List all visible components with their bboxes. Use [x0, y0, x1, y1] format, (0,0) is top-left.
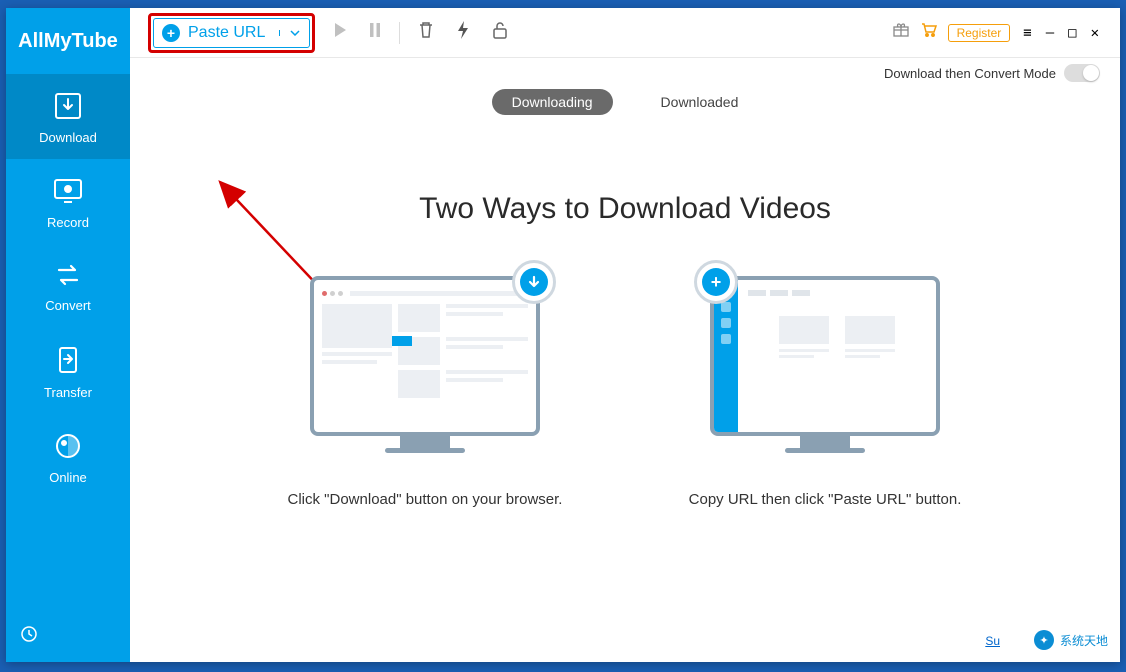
content: Two Ways to Download Videos — [130, 122, 1120, 662]
nav-convert[interactable]: Convert — [6, 244, 130, 327]
gift-button[interactable] — [892, 22, 910, 43]
paste-url-label: Paste URL — [188, 24, 265, 42]
nav: Download Record Convert Transfer Online — [6, 74, 130, 611]
turbo-button[interactable] — [452, 16, 474, 49]
download-icon — [53, 92, 83, 120]
support-link[interactable]: Su — [985, 634, 1000, 648]
watermark: ✦ 系统天地 — [1034, 630, 1108, 650]
arrow-down-icon — [527, 275, 541, 289]
transfer-icon — [54, 345, 82, 375]
way-paste-url: + Copy URL then click "Paste URL" button… — [685, 276, 965, 512]
sidebar: AllMyTube Download Record Convert Transf… — [6, 8, 130, 662]
cart-icon — [920, 22, 938, 38]
app-logo: AllMyTube — [6, 8, 130, 74]
watermark-text: 系统天地 — [1060, 632, 1108, 649]
download-badge — [512, 260, 556, 304]
plus-badge: + — [694, 260, 738, 304]
plus-icon: + — [711, 272, 722, 293]
divider — [399, 22, 400, 44]
nav-label: Transfer — [44, 385, 92, 400]
menu-button[interactable]: ≡ — [1020, 25, 1034, 41]
pause-button[interactable] — [365, 18, 385, 47]
paste-url-dropdown[interactable] — [279, 30, 309, 36]
unlock-button[interactable] — [488, 17, 512, 49]
nav-label: Record — [47, 215, 89, 230]
chevron-down-icon — [290, 30, 300, 36]
trash-icon — [418, 21, 434, 39]
tab-downloading[interactable]: Downloading — [492, 89, 613, 115]
paste-url-highlight: + Paste URL — [148, 13, 315, 53]
lightning-icon — [456, 20, 470, 40]
register-button[interactable]: Register — [948, 24, 1011, 42]
way2-text: Copy URL then click "Paste URL" button. — [685, 489, 965, 512]
convert-icon — [53, 262, 83, 288]
convert-mode-label: Download then Convert Mode — [884, 66, 1056, 81]
pause-icon — [369, 22, 381, 38]
convert-mode-toggle[interactable] — [1064, 64, 1100, 82]
nav-online[interactable]: Online — [6, 414, 130, 499]
main: + Paste URL — [130, 8, 1120, 662]
app-window: AllMyTube Download Record Convert Transf… — [6, 8, 1120, 662]
play-button[interactable] — [329, 18, 351, 47]
gift-icon — [892, 22, 910, 38]
nav-label: Online — [49, 470, 87, 485]
tab-downloaded[interactable]: Downloaded — [641, 89, 759, 115]
nav-download[interactable]: Download — [6, 74, 130, 159]
play-icon — [333, 22, 347, 38]
monitor-illustration-2: + — [710, 276, 940, 453]
toolbar: + Paste URL — [130, 8, 1120, 58]
tabs: Downloading Downloaded — [130, 82, 1120, 122]
record-icon — [52, 177, 84, 205]
ways-container: Click "Download" button on your browser. — [170, 276, 1080, 512]
paste-url-button[interactable]: + Paste URL — [153, 18, 310, 48]
delete-button[interactable] — [414, 17, 438, 48]
way-browser: Click "Download" button on your browser. — [285, 276, 565, 512]
sidebar-footer — [6, 611, 130, 662]
paste-url-main[interactable]: + Paste URL — [154, 24, 279, 42]
plus-icon: + — [162, 24, 180, 42]
maximize-button[interactable]: □ — [1065, 25, 1079, 41]
way1-text: Click "Download" button on your browser. — [285, 489, 565, 512]
watermark-icon: ✦ — [1034, 630, 1054, 650]
minimize-button[interactable]: – — [1043, 25, 1057, 41]
close-button[interactable]: ✕ — [1088, 25, 1102, 41]
monitor-illustration-1 — [310, 276, 540, 453]
cart-button[interactable] — [920, 22, 938, 43]
unlock-icon — [492, 21, 508, 40]
nav-transfer[interactable]: Transfer — [6, 327, 130, 414]
clock-icon[interactable] — [20, 625, 38, 643]
content-heading: Two Ways to Download Videos — [170, 192, 1080, 226]
online-icon — [54, 432, 82, 460]
nav-label: Convert — [45, 298, 91, 313]
toolbar-right: Register ≡ – □ ✕ — [892, 22, 1102, 43]
nav-record[interactable]: Record — [6, 159, 130, 244]
nav-label: Download — [39, 130, 97, 145]
convert-mode-row: Download then Convert Mode — [130, 58, 1120, 82]
window-controls: ≡ – □ ✕ — [1020, 25, 1102, 41]
